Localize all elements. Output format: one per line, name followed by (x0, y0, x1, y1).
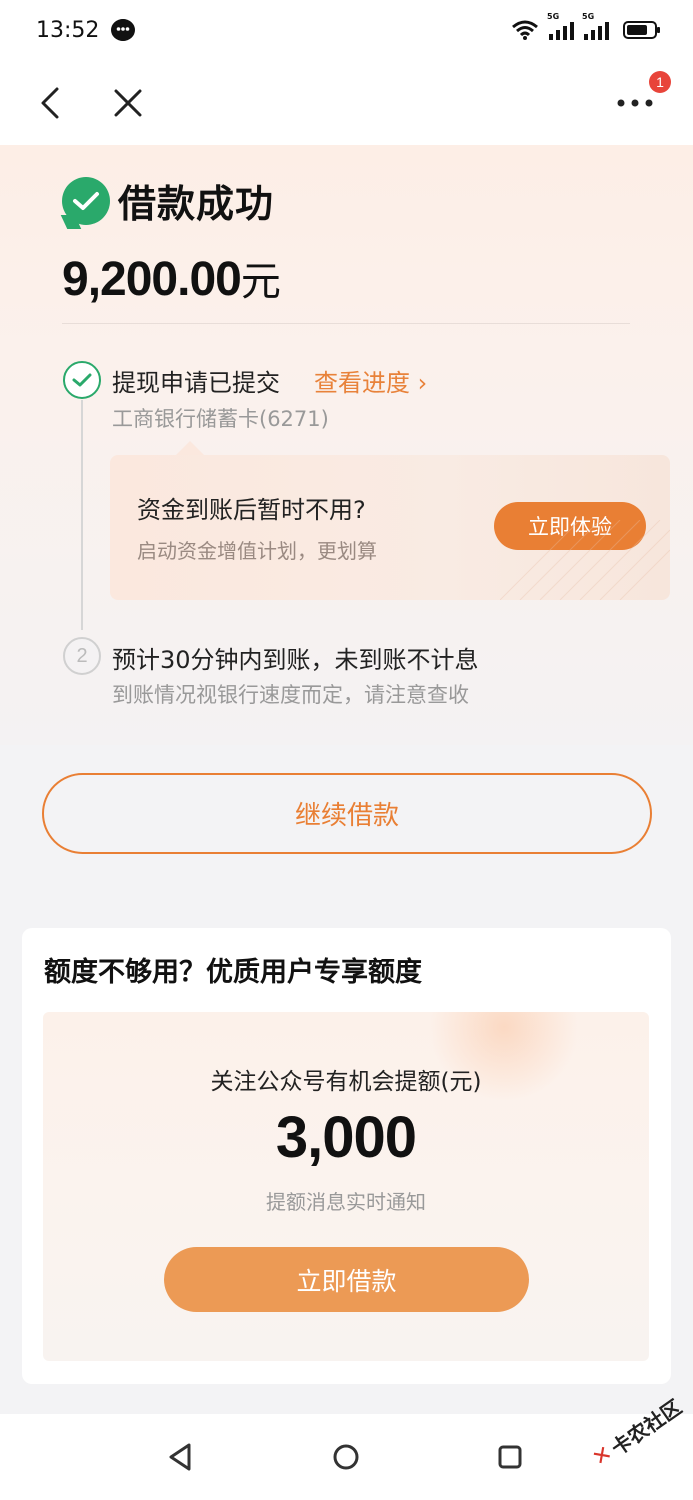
triangle-back-icon (169, 1443, 191, 1471)
step1-title: 提现申请已提交 (112, 369, 280, 397)
square-recents-icon (498, 1445, 522, 1469)
loan-amount-unit: 元 (240, 259, 281, 305)
signal-tag-2: 5G (582, 12, 595, 21)
status-icons: 5G 5G (511, 12, 660, 40)
page-title: 借款成功 (118, 182, 275, 226)
chat-notification-icon (111, 19, 136, 41)
quota-promo-panel: 关注公众号有机会提额(元) 3,000 提额消息实时通知 立即借款 (43, 1012, 649, 1361)
step2-number-icon: 2 (63, 637, 101, 675)
chevron-left-icon (41, 87, 59, 118)
status-bar: 13:52 5G 5G (0, 0, 693, 60)
signal-icon-2: 5G (582, 12, 609, 40)
promo-title: 资金到账后暂时不用? (137, 496, 366, 524)
quota-subtitle: 提额消息实时通知 (266, 1190, 426, 1214)
promo-subtitle: 启动资金增值计划，更划算 (137, 539, 377, 563)
signal-tag: 5G (547, 12, 560, 21)
success-check-icon (62, 176, 110, 225)
timeline-line (81, 400, 83, 630)
circle-home-icon (333, 1444, 359, 1470)
quota-inner-title: 关注公众号有机会提额(元) (210, 1069, 482, 1095)
status-time: 13:52 (36, 17, 100, 43)
notification-badge: 1 (649, 70, 671, 93)
system-back-button[interactable] (164, 1441, 196, 1473)
loan-amount-value: 9,200.00 (62, 253, 242, 306)
decorative-lines (500, 520, 670, 600)
system-home-button[interactable] (330, 1441, 362, 1473)
result-section: 借款成功 9,200.00元 提现申请已提交 查看进度 › 工商银行储蓄卡(62… (0, 145, 693, 745)
step1-bank-card: 工商银行储蓄卡(6271) (112, 407, 329, 431)
step2-subtitle: 到账情况视银行速度而定，请注意查收 (112, 683, 469, 707)
signal-icon: 5G (547, 12, 574, 40)
more-button[interactable]: 1 (611, 70, 671, 123)
step2-title: 预计30分钟内到账，未到账不计息 (112, 646, 479, 674)
battery-icon (623, 21, 660, 39)
view-progress-link[interactable]: 查看进度 › (314, 363, 427, 398)
system-nav-bar (0, 1414, 693, 1500)
back-button[interactable] (30, 83, 70, 123)
step-complete-check-icon (63, 361, 101, 399)
quota-card-title: 额度不够用？优质用户专享额度 (44, 957, 422, 988)
more-dots-icon (617, 99, 653, 106)
borrow-now-button[interactable]: 立即借款 (164, 1247, 529, 1312)
quota-card: 额度不够用？优质用户专享额度 关注公众号有机会提额(元) 3,000 提额消息实… (22, 928, 671, 1384)
nav-bar: 1 (0, 60, 693, 145)
wifi-icon (511, 20, 539, 40)
divider (62, 323, 630, 324)
system-recents-button[interactable] (494, 1441, 526, 1473)
close-icon (114, 89, 142, 116)
quota-amount: 3,000 (275, 1105, 417, 1170)
promo-card: 资金到账后暂时不用? 启动资金增值计划，更划算 立即体验 (110, 441, 670, 600)
continue-borrowing-button[interactable]: 继续借款 (42, 773, 652, 854)
loan-amount: 9,200.00元 (62, 249, 281, 307)
close-button[interactable] (108, 83, 148, 123)
success-header: 借款成功 (62, 173, 274, 228)
